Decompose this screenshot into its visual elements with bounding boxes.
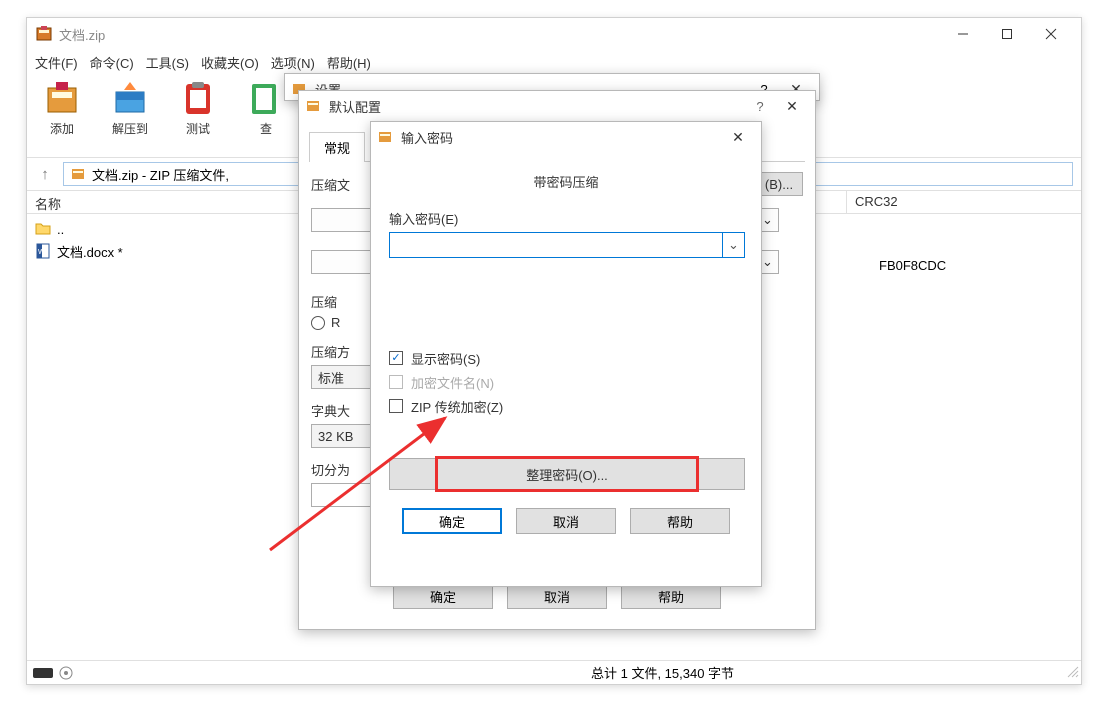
- dialog-titlebar: 默认配置 ? ✕: [299, 91, 815, 121]
- help-button[interactable]: ?: [745, 99, 775, 114]
- archive-icon: [70, 166, 86, 182]
- radio-icon: [311, 316, 325, 330]
- archive-icon: [377, 129, 393, 145]
- password-heading: 带密码压缩: [389, 172, 743, 191]
- minimize-button[interactable]: [941, 19, 985, 49]
- tool-label: 查: [260, 120, 272, 137]
- menu-file[interactable]: 文件(F): [35, 53, 78, 72]
- folder-icon: [35, 221, 51, 237]
- menu-tools[interactable]: 工具(S): [146, 53, 189, 72]
- window-title: 文档.zip: [59, 25, 941, 44]
- method-value: 标准: [318, 368, 344, 387]
- statusbar: 总计 1 文件, 15,340 字节: [27, 660, 1081, 684]
- checkbox-icon: [389, 351, 403, 365]
- status-icon: [33, 667, 55, 679]
- tab-general[interactable]: 常规: [309, 132, 365, 162]
- dialog-titlebar: 输入密码 ✕: [371, 122, 761, 152]
- browse-button[interactable]: (B)...: [755, 172, 803, 196]
- path-text: 文档.zip - ZIP 压缩文件,: [92, 165, 229, 184]
- checkbox-zip-legacy[interactable]: ZIP 传统加密(Z): [389, 394, 743, 418]
- label-enter-password: 输入密码(E): [389, 209, 743, 228]
- tool-label: 添加: [50, 120, 74, 137]
- checkbox-icon: [389, 399, 403, 413]
- password-input[interactable]: ⌄: [389, 232, 745, 258]
- config-title: 默认配置: [329, 97, 745, 116]
- file-name: 文档.docx *: [57, 242, 123, 261]
- checkbox-icon: [389, 375, 403, 389]
- menu-command[interactable]: 命令(C): [90, 53, 134, 72]
- tool-extract[interactable]: 解压到: [103, 78, 157, 137]
- menubar: 文件(F) 命令(C) 工具(S) 收藏夹(O) 选项(N) 帮助(H): [27, 50, 1081, 74]
- menu-help[interactable]: 帮助(H): [327, 53, 371, 72]
- help-button[interactable]: 帮助: [630, 508, 730, 534]
- tool-add[interactable]: 添加: [35, 78, 89, 137]
- docx-icon: W: [35, 243, 51, 259]
- titlebar: 文档.zip: [27, 18, 1081, 50]
- close-icon[interactable]: ✕: [775, 98, 809, 115]
- organize-passwords-button[interactable]: 整理密码(O)...: [389, 458, 745, 490]
- cancel-button[interactable]: 取消: [516, 508, 616, 534]
- col-crc[interactable]: CRC32: [847, 191, 1081, 213]
- password-dialog: 输入密码 ✕ 带密码压缩 输入密码(E) ⌄ 显示密码(S) 加密文件名(N) …: [370, 121, 762, 587]
- crc-value: FB0F8CDC: [879, 258, 946, 273]
- extract-icon: [110, 78, 150, 118]
- file-name: ..: [57, 222, 64, 237]
- menu-favorites[interactable]: 收藏夹(O): [201, 53, 259, 72]
- dict-value: 32 KB: [318, 429, 353, 444]
- archive-icon: [305, 98, 321, 114]
- window-controls: [941, 19, 1073, 49]
- status-text: 总计 1 文件, 15,340 字节: [587, 663, 1063, 682]
- tool-test[interactable]: 测试: [171, 78, 225, 137]
- maximize-button[interactable]: [985, 19, 1029, 49]
- app-icon: [35, 25, 53, 43]
- view-icon: [246, 78, 286, 118]
- checkbox-show-password[interactable]: 显示密码(S): [389, 346, 743, 370]
- ok-button[interactable]: 确定: [402, 508, 502, 534]
- checkbox-label: 显示密码(S): [411, 349, 480, 368]
- password-footer: 确定 取消 帮助: [371, 498, 761, 548]
- close-icon[interactable]: ✕: [721, 129, 755, 146]
- tool-label: 测试: [186, 120, 210, 137]
- radio-label: R: [331, 315, 340, 330]
- add-icon: [42, 78, 82, 118]
- up-icon[interactable]: ↑: [35, 166, 55, 183]
- tool-label: 解压到: [112, 120, 148, 137]
- resize-grip[interactable]: [1063, 664, 1081, 681]
- disc-icon: [59, 666, 73, 680]
- chevron-down-icon[interactable]: ⌄: [722, 233, 744, 257]
- svg-text:W: W: [38, 249, 45, 256]
- password-title: 输入密码: [401, 128, 721, 147]
- button-label: 整理密码(O)...: [526, 465, 608, 484]
- label-compress-file: 压缩文: [311, 175, 350, 194]
- checkbox-label: ZIP 传统加密(Z): [411, 397, 503, 416]
- close-button[interactable]: [1029, 19, 1073, 49]
- menu-options[interactable]: 选项(N): [271, 53, 315, 72]
- test-icon: [178, 78, 218, 118]
- checkbox-encrypt-filenames: 加密文件名(N): [389, 370, 743, 394]
- checkbox-label: 加密文件名(N): [411, 373, 494, 392]
